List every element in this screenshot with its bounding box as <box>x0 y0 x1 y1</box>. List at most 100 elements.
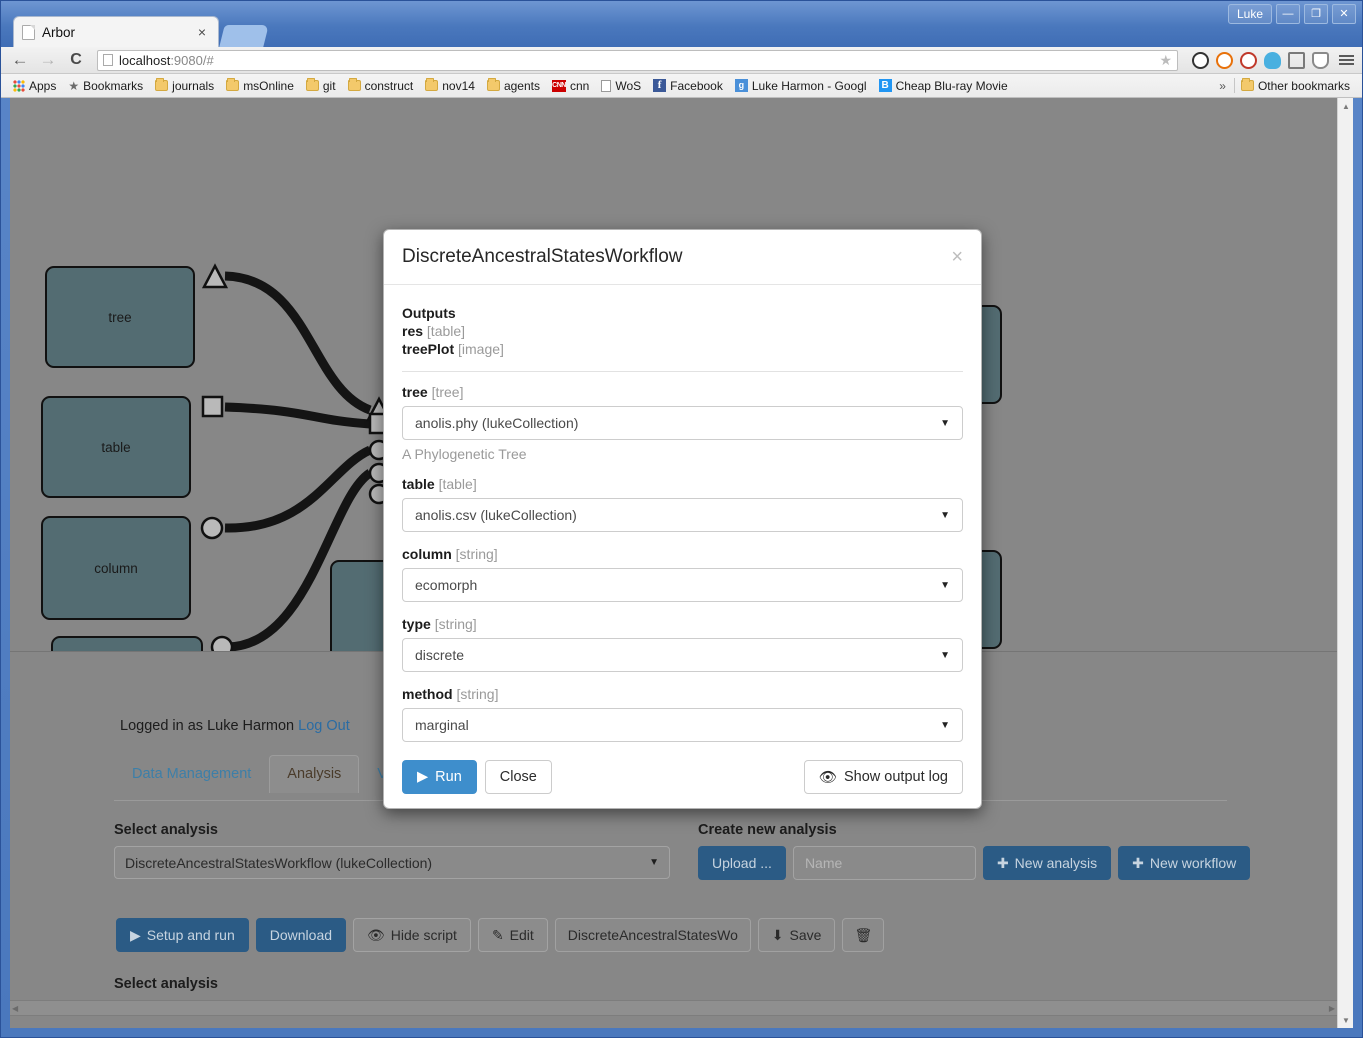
script-name-input[interactable]: DiscreteAncestralStatesWo <box>554 918 751 952</box>
horizontal-scrollbar[interactable]: ◀ ▶ <box>10 1000 1337 1016</box>
field-type: [string] <box>456 686 499 702</box>
select-analysis-group: Select analysis DiscreteAncestralStatesW… <box>114 822 670 879</box>
bookmark-bookmarks[interactable]: ★ Bookmarks <box>62 79 149 93</box>
bookmark-facebook[interactable]: f Facebook <box>647 79 729 93</box>
bitly-extension-icon[interactable] <box>1216 51 1233 69</box>
create-new-analysis-group: Create new analysis Upload ... Name ✚ Ne… <box>698 822 1251 880</box>
bookmark-label: construct <box>364 78 414 93</box>
close-window-button[interactable]: ✕ <box>1332 4 1356 24</box>
tab-data-management[interactable]: Data Management <box>114 755 269 793</box>
forward-icon[interactable]: → <box>37 50 59 70</box>
google-icon: g <box>734 79 748 92</box>
eye-slash-icon: 👁 <box>367 926 385 943</box>
delete-button[interactable]: 🗑 <box>842 918 885 952</box>
bookmark-agents[interactable]: agents <box>481 78 546 93</box>
bookmark-construct[interactable]: construct <box>342 78 420 93</box>
url-host: localhost <box>119 52 171 68</box>
table-select[interactable]: anolis.csv (lukeCollection) ▼ <box>402 498 963 532</box>
diagram-node-label: table <box>101 439 131 455</box>
type-select[interactable]: discrete ▼ <box>402 638 963 672</box>
scroll-left-arrow-icon[interactable]: ◀ <box>12 1004 18 1013</box>
field-name: table <box>402 476 435 492</box>
blu-ray-icon: B <box>878 79 892 92</box>
bookmarks-overflow-icon[interactable]: » <box>1211 79 1234 93</box>
window-titlebar: Arbor × Luke — ❐ ✕ <box>1 1 1362 47</box>
scroll-right-arrow-icon[interactable]: ▶ <box>1329 1004 1335 1013</box>
field-label: table [table] <box>402 476 963 492</box>
method-select[interactable]: marginal ▼ <box>402 708 963 742</box>
reload-icon[interactable]: C <box>65 51 87 69</box>
pencil-icon: ✎ <box>491 926 504 943</box>
page-info-icon <box>103 54 113 66</box>
new-tab-button[interactable] <box>219 25 269 47</box>
apps-grid-icon <box>13 79 25 92</box>
hamburger-icon[interactable] <box>1336 55 1354 65</box>
download-button[interactable]: Download <box>255 918 347 952</box>
chevron-down-icon: ▼ <box>940 509 950 521</box>
scroll-down-arrow-icon[interactable]: ▼ <box>1338 1012 1353 1028</box>
upload-button[interactable]: Upload ... <box>698 846 786 880</box>
edit-button[interactable]: ✎ Edit <box>477 918 548 952</box>
diagram-node-table[interactable]: table <box>41 396 191 498</box>
field-tree: tree [tree] anolis.phy (lukeCollection) … <box>402 384 963 462</box>
field-name: tree <box>402 384 428 400</box>
minimize-button[interactable]: — <box>1276 4 1300 24</box>
column-select[interactable]: ecomorph ▼ <box>402 568 963 602</box>
adblock-extension-icon[interactable] <box>1240 51 1257 69</box>
bookmark-label: Luke Harmon - Googl <box>751 78 867 93</box>
maximize-button[interactable]: ❐ <box>1304 4 1328 24</box>
hide-script-button[interactable]: 👁 Hide script <box>353 918 471 952</box>
outputs-heading: Outputs <box>402 305 456 321</box>
bookmark-star-icon[interactable]: ★ <box>1159 52 1172 69</box>
field-type: [string] <box>455 546 498 562</box>
cast-icon[interactable] <box>1288 51 1305 69</box>
setup-and-run-button[interactable]: ▶ Setup and run <box>116 918 249 952</box>
select-analysis-dropdown[interactable]: DiscreteAncestralStatesWorkflow (lukeCol… <box>114 846 670 879</box>
run-button[interactable]: ▶ Run <box>402 760 477 794</box>
modal-title: DiscreteAncestralStatesWorkflow <box>402 246 683 267</box>
url-text: localhost:9080/# <box>119 53 1159 68</box>
login-status-text: Logged in as Luke Harmon <box>120 718 295 734</box>
new-workflow-button[interactable]: ✚ New workflow <box>1118 846 1251 880</box>
bookmark-msonline[interactable]: msOnline <box>220 78 300 93</box>
scroll-up-arrow-icon[interactable]: ▲ <box>1338 98 1353 114</box>
field-label: tree [tree] <box>402 384 963 400</box>
close-icon[interactable]: × <box>194 24 210 40</box>
window-controls: Luke — ❐ ✕ <box>1227 4 1356 24</box>
new-analysis-button[interactable]: ✚ New analysis <box>982 846 1112 880</box>
logout-link[interactable]: Log Out <box>298 718 350 734</box>
skype-extension-icon[interactable] <box>1192 51 1209 69</box>
bookmark-git[interactable]: git <box>300 78 342 93</box>
close-icon[interactable]: × <box>951 247 963 267</box>
back-icon[interactable]: ← <box>9 50 31 70</box>
run-label: Run <box>435 769 462 785</box>
folder-icon <box>486 78 500 91</box>
bookmark-apps[interactable]: Apps <box>7 79 62 93</box>
bookmark-nov14[interactable]: nov14 <box>419 78 481 93</box>
tab-analysis[interactable]: Analysis <box>269 755 360 793</box>
field-name: type <box>402 616 431 632</box>
show-output-log-button[interactable]: 👁 Show output log <box>803 760 963 794</box>
cancel-button[interactable]: Close <box>484 760 552 794</box>
bookmark-luke-harmon-google[interactable]: g Luke Harmon - Googl <box>729 79 873 93</box>
address-bar[interactable]: localhost:9080/# ★ <box>97 49 1178 71</box>
bookmark-wos[interactable]: WoS <box>595 79 647 93</box>
browser-tab-arbor[interactable]: Arbor × <box>13 16 219 47</box>
diagram-node-type[interactable]: type <box>51 636 203 651</box>
save-button[interactable]: ⬇ Save <box>757 918 836 952</box>
vertical-scrollbar[interactable]: ▲ ▼ <box>1337 98 1353 1028</box>
adblock-shield-icon[interactable] <box>1312 51 1329 69</box>
folder-icon <box>1240 78 1254 91</box>
field-type: [table] <box>438 476 477 492</box>
ghostery-extension-icon[interactable] <box>1264 51 1281 69</box>
user-profile-chip[interactable]: Luke <box>1227 4 1272 24</box>
field-name: column <box>402 546 452 562</box>
analysis-name-input[interactable]: Name <box>792 846 976 880</box>
tree-select[interactable]: anolis.phy (lukeCollection) ▼ <box>402 406 963 440</box>
diagram-node-column[interactable]: column <box>41 516 191 620</box>
bookmark-cnn[interactable]: CNN cnn <box>546 79 595 93</box>
other-bookmarks-folder[interactable]: Other bookmarks <box>1235 78 1356 93</box>
bookmark-journals[interactable]: journals <box>149 78 220 93</box>
bookmark-cheap-bluray-movie[interactable]: B Cheap Blu-ray Movie <box>873 79 1014 93</box>
diagram-node-tree[interactable]: tree <box>45 266 195 368</box>
